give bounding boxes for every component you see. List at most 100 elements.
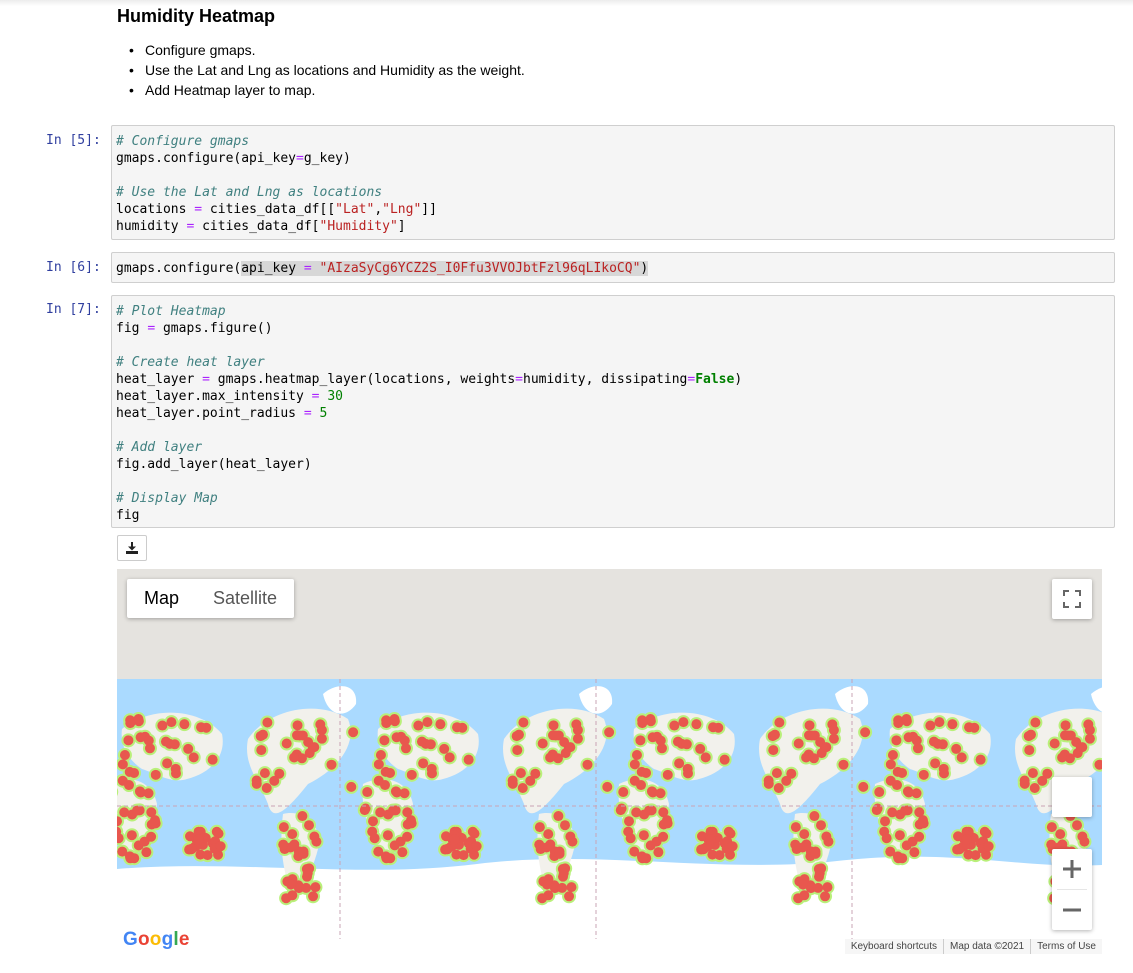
code-token: 30 — [327, 389, 343, 404]
heat-point — [624, 816, 635, 827]
heat-point — [471, 841, 482, 852]
heat-point — [402, 831, 413, 842]
heat-point — [162, 758, 173, 769]
heat-point — [1055, 829, 1066, 840]
heat-point — [157, 720, 168, 731]
google-logo[interactable]: Google — [123, 929, 190, 951]
heat-point — [1077, 742, 1088, 753]
heat-point — [507, 778, 518, 789]
heat-point — [928, 736, 939, 747]
heat-point — [391, 732, 402, 743]
heat-point — [183, 743, 194, 754]
heat-point — [261, 782, 272, 793]
heat-point — [1019, 778, 1030, 789]
heat-point — [543, 829, 554, 840]
code-cell-configure[interactable]: # Configure gmaps gmaps.configure(api_key… — [111, 125, 1115, 240]
heat-point — [897, 767, 908, 778]
heat-point — [368, 816, 379, 827]
code-token: = — [515, 372, 523, 387]
street-view-pegman[interactable] — [1052, 777, 1092, 817]
code-token: = — [303, 406, 312, 421]
keyboard-shortcuts-link[interactable]: Keyboard shortcuts — [845, 939, 943, 954]
code-cell-api-key[interactable]: gmaps.configure(api_key = "AIzaSyCg6YCZ2… — [111, 252, 1115, 283]
code-token: fig — [116, 321, 148, 336]
zoom-out-button[interactable] — [1052, 890, 1092, 930]
heat-point — [1030, 717, 1041, 728]
heat-point — [257, 729, 268, 740]
code-token: heat_layer.max_intensity — [116, 389, 312, 404]
heat-point — [207, 754, 218, 765]
heat-point — [572, 725, 583, 736]
heat-point — [262, 717, 273, 728]
heat-point — [548, 720, 559, 731]
heat-point — [359, 805, 370, 816]
heat-point — [810, 848, 821, 859]
heat-point — [387, 805, 398, 816]
heat-point — [301, 882, 312, 893]
code-token: cities_data_df[[ — [202, 202, 336, 217]
code-token: cities_data_df[ — [194, 219, 320, 234]
heat-point — [416, 736, 427, 747]
heat-point — [1062, 730, 1073, 741]
heat-point — [903, 732, 914, 743]
download-button[interactable] — [117, 535, 147, 561]
heat-point — [914, 819, 925, 830]
heat-point — [798, 879, 809, 890]
code-line: heat_layer.max_intensity = 30 — [116, 388, 1110, 405]
heat-point — [956, 752, 967, 763]
heat-point — [723, 826, 734, 837]
heat-point — [560, 820, 571, 831]
heat-point — [678, 717, 689, 728]
heat-point — [828, 725, 839, 736]
map-type-satellite-button[interactable]: Satellite — [196, 579, 294, 618]
heat-point — [885, 759, 896, 770]
heat-point — [166, 717, 177, 728]
code-token: # Configure gmaps — [116, 134, 250, 149]
code-cell-heatmap[interactable]: # Plot Heatmap fig = gmaps.figure() # Cre… — [111, 295, 1115, 528]
heat-point — [631, 750, 642, 761]
fullscreen-button[interactable] — [1052, 579, 1092, 619]
heat-point — [914, 831, 925, 842]
heat-point — [887, 750, 898, 761]
heat-point — [635, 735, 646, 746]
code-line: fig — [116, 507, 1110, 524]
map-type-map-button[interactable]: Map — [127, 579, 196, 618]
heat-point — [135, 732, 146, 743]
code-token: heat_layer — [116, 372, 203, 387]
map-attribution: Keyboard shortcuts Map data ©2021 Terms … — [844, 939, 1102, 954]
heat-point — [160, 736, 171, 747]
heat-point — [125, 853, 136, 864]
heat-point — [422, 717, 433, 728]
heat-point — [326, 759, 337, 770]
google-map[interactable]: Map Satellite Google Keyboard shortcuts … — [117, 569, 1102, 954]
heat-point — [123, 735, 134, 746]
heat-point — [512, 745, 523, 756]
heat-point — [769, 729, 780, 740]
bullet-list: Configure gmaps. Use the Lat and Lng as … — [117, 40, 1107, 100]
heatmap-canvas[interactable] — [117, 569, 1102, 954]
heat-point — [298, 848, 309, 859]
heat-point — [871, 805, 882, 816]
code-token: "Lat" — [335, 202, 375, 217]
zoom-control — [1052, 849, 1092, 930]
terms-of-use-link[interactable]: Terms of Use — [1030, 939, 1102, 954]
heat-point — [662, 769, 673, 780]
code-token: = — [311, 389, 320, 404]
bullet-item: Configure gmaps. — [117, 40, 1107, 60]
code-line: heat_layer = gmaps.heatmap_layer(locatio… — [116, 371, 1110, 388]
heat-point — [119, 807, 130, 818]
heat-point — [604, 727, 615, 738]
heat-point — [442, 843, 453, 854]
heat-point — [951, 743, 962, 754]
zoom-in-button[interactable] — [1052, 849, 1092, 889]
heat-point — [937, 739, 948, 750]
code-token: g_key) — [303, 151, 351, 166]
heat-point — [308, 891, 319, 902]
heat-point — [179, 719, 190, 730]
heat-point — [297, 811, 308, 822]
heat-point — [705, 834, 716, 845]
heat-point — [1077, 831, 1088, 842]
code-token: gmaps.figure() — [155, 321, 273, 336]
heat-point — [449, 834, 460, 845]
